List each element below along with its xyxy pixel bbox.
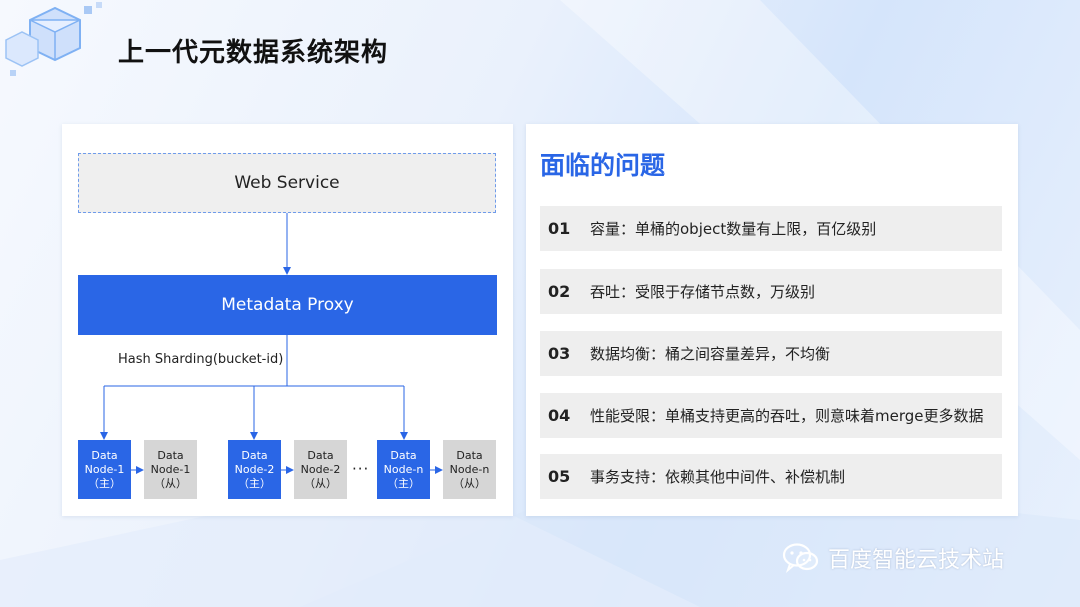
node-line: Node-2 [300, 462, 341, 476]
issue-text: 容量：单桶的object数量有上限，百亿级别 [590, 220, 877, 238]
architecture-diagram-panel: Web Service Metadata Proxy Hash Sharding… [62, 124, 513, 516]
issue-item: 01 容量：单桶的object数量有上限，百亿级别 [540, 206, 1002, 251]
issue-text: 性能受限：单桶支持更高的吞吐，则意味着merge更多数据 [590, 407, 984, 425]
node-line: （从） [154, 476, 187, 490]
issue-item: 02 吞吐：受限于存储节点数，万级别 [540, 269, 1002, 314]
node-line: Node-1 [84, 462, 125, 476]
issue-item: 03 数据均衡：桶之间容量差异，不均衡 [540, 331, 1002, 376]
node-line: Data [307, 448, 334, 462]
data-node-2-primary: Data Node-2 （主） [228, 440, 281, 499]
metadata-proxy-box: Metadata Proxy [78, 275, 497, 335]
page-title: 上一代元数据系统架构 [118, 38, 389, 68]
issue-number: 04 [548, 406, 571, 425]
sharding-label: Hash Sharding(bucket-id) [118, 352, 284, 367]
data-node-1-replica: Data Node-1 （从） [144, 440, 197, 499]
issue-item: 04 性能受限：单桶支持更高的吞吐，则意味着merge更多数据 [540, 393, 1002, 438]
data-node-n-primary: Data Node-n （主） [377, 440, 430, 499]
ellipsis: ··· [352, 460, 370, 478]
watermark: 百度智能云技术站 [782, 542, 1004, 574]
data-node-1-primary: Data Node-1 （主） [78, 440, 131, 499]
node-line: Data [157, 448, 184, 462]
problems-title: 面临的问题 [540, 151, 666, 180]
node-line: （主） [238, 476, 271, 490]
issue-number: 01 [548, 219, 571, 238]
node-line: Node-2 [234, 462, 275, 476]
data-node-2-replica: Data Node-2 （从） [294, 440, 347, 499]
node-line: Node-n [383, 462, 424, 476]
node-line: Data [390, 448, 417, 462]
issue-number: 03 [548, 344, 571, 363]
watermark-text: 百度智能云技术站 [828, 548, 1005, 573]
issue-text: 数据均衡：桶之间容量差异，不均衡 [590, 345, 831, 363]
issue-text: 吞吐：受限于存储节点数，万级别 [590, 283, 816, 301]
issue-number: 02 [548, 282, 571, 301]
node-line: （从） [304, 476, 337, 490]
cube-logo-icon [5, 2, 102, 76]
node-line: （主） [88, 476, 121, 490]
metadata-proxy-label: Metadata Proxy [221, 295, 354, 315]
node-line: Data [91, 448, 118, 462]
node-line: Data [241, 448, 268, 462]
node-line: Node-n [449, 462, 490, 476]
web-service-box: Web Service [78, 153, 496, 213]
data-node-n-replica: Data Node-n （从） [443, 440, 496, 499]
issue-text: 事务支持：依赖其他中间件、补偿机制 [590, 468, 846, 486]
problems-panel: 面临的问题 01 容量：单桶的object数量有上限，百亿级别 02 吞吐：受限… [526, 124, 1018, 516]
node-line: Data [456, 448, 483, 462]
web-service-label: Web Service [234, 173, 340, 193]
node-line: （主） [387, 476, 420, 490]
node-line: （从） [453, 476, 486, 490]
wechat-icon [782, 543, 819, 574]
issue-item: 05 事务支持：依赖其他中间件、补偿机制 [540, 454, 1002, 499]
node-line: Node-1 [150, 462, 191, 476]
issue-number: 05 [548, 467, 571, 486]
